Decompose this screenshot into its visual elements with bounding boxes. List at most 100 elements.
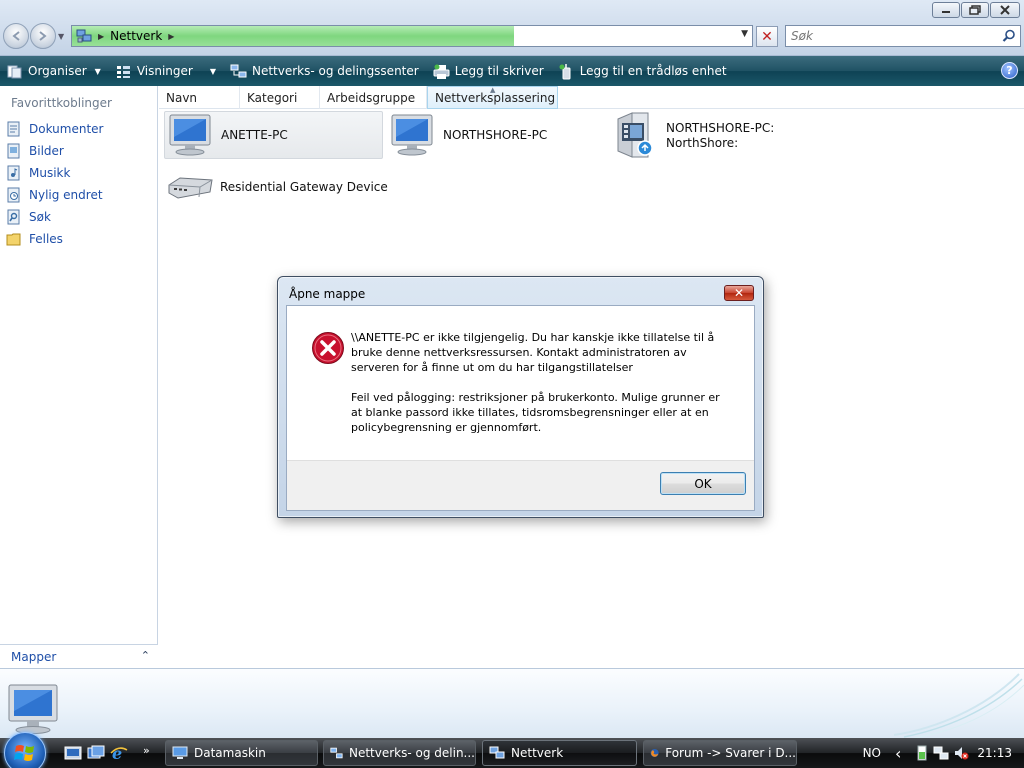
favorite-label: Nylig endret	[29, 188, 103, 202]
column-workgroup[interactable]: Arbeidsgruppe	[320, 86, 427, 109]
column-category[interactable]: Kategori	[240, 86, 320, 109]
add-printer-button[interactable]: Legg til skriver	[433, 59, 544, 83]
computer-icon	[169, 114, 211, 156]
search-box[interactable]	[785, 25, 1021, 47]
close-button[interactable]	[990, 2, 1020, 18]
firefox-icon	[650, 748, 659, 758]
network-item-anette-pc[interactable]: ANETTE-PC	[164, 111, 383, 159]
views-button[interactable]: Visninger ▼	[115, 59, 216, 83]
show-desktop-icon[interactable]	[64, 744, 82, 762]
network-item-label: ANETTE-PC	[221, 127, 288, 142]
organize-icon	[7, 65, 22, 78]
favorite-recent[interactable]: Nylig endret	[6, 184, 103, 206]
task-label: Forum -> Svarer i D...	[665, 746, 796, 760]
dialog-footer: OK	[287, 460, 754, 510]
network-computer-icon	[8, 684, 58, 734]
organize-label: Organiser	[28, 64, 87, 78]
open-folder-error-dialog: Åpne mappe ✕ \\ANETTE-PC er ikke tilgjen…	[277, 276, 764, 518]
search-folder-icon	[7, 209, 20, 225]
network-small-icon	[489, 746, 505, 759]
volume-muted-icon[interactable]	[953, 745, 969, 761]
maximize-button[interactable]	[961, 2, 989, 18]
dialog-message: \\ANETTE-PC er ikke tilgjengelig. Du har…	[351, 330, 731, 435]
favorite-documents[interactable]: Dokumenter	[6, 118, 103, 140]
internet-explorer-icon[interactable]: e	[110, 744, 128, 762]
ok-button[interactable]: OK	[660, 472, 746, 495]
add-printer-label: Legg til skriver	[454, 64, 544, 78]
add-wireless-label: Legg til en trådløs enhet	[579, 64, 727, 78]
column-name[interactable]: Navn	[159, 86, 240, 109]
network-icon	[76, 29, 92, 43]
taskbar-button-computer[interactable]: Datamaskin	[165, 740, 318, 766]
favorite-music[interactable]: Musikk	[6, 162, 103, 184]
organize-caret-icon: ▼	[94, 66, 101, 76]
quick-launch-more-icon[interactable]: »	[143, 744, 150, 757]
navigation-pane: Favorittkoblinger Dokumenter Bilder Musi…	[0, 86, 158, 668]
taskbar-button-firefox-forum[interactable]: Forum -> Svarer i D...	[643, 740, 797, 766]
breadcrumb-network[interactable]: Nettverk	[110, 29, 162, 43]
svg-text:e: e	[112, 744, 122, 762]
command-bar: Organiser ▼ Visninger ▼ Nettverks- og de…	[0, 56, 1024, 86]
start-button[interactable]	[4, 732, 46, 768]
title-bar: ▼ ▶ Nettverk ▶ ▼ ✕	[0, 0, 1024, 56]
back-button[interactable]	[3, 23, 29, 49]
network-item-label-group: NORTHSHORE-PC: NorthShore:	[666, 121, 774, 151]
tray-expand-icon[interactable]: ‹	[895, 744, 901, 763]
clock[interactable]: 21:13	[977, 746, 1012, 760]
minimize-button[interactable]	[932, 2, 960, 18]
battery-icon[interactable]	[915, 745, 929, 761]
maximize-icon	[969, 5, 981, 15]
network-center-small-icon	[330, 747, 343, 759]
taskbar-button-network[interactable]: Nettverk	[482, 740, 637, 766]
network-item-northshore-media[interactable]: NORTHSHORE-PC: NorthShore:	[610, 110, 810, 162]
network-item-sublabel: NorthShore:	[666, 136, 739, 150]
search-icon[interactable]	[1002, 29, 1016, 43]
dialog-message-secondary: Feil ved pålogging: restriksjoner på bru…	[351, 391, 720, 434]
language-indicator[interactable]: NO	[863, 746, 881, 760]
network-item-label: NORTHSHORE-PC:	[666, 121, 775, 135]
network-center-button[interactable]: Nettverks- og delingssenter	[230, 59, 419, 83]
favorite-label: Musikk	[29, 166, 71, 180]
back-arrow-icon	[12, 31, 20, 41]
favorite-label: Søk	[29, 210, 51, 224]
network-item-northshore-pc[interactable]: NORTHSHORE-PC	[387, 111, 606, 159]
system-tray: NO ‹ 21:13	[863, 738, 1024, 768]
dialog-body: \\ANETTE-PC er ikke tilgjengelig. Du har…	[286, 305, 755, 511]
pictures-icon	[7, 143, 20, 159]
recent-icon	[7, 187, 20, 203]
favorite-public[interactable]: Felles	[6, 228, 103, 250]
favorite-search[interactable]: Søk	[6, 206, 103, 228]
favorite-pictures[interactable]: Bilder	[6, 140, 103, 162]
network-tray-icon[interactable]	[933, 745, 949, 761]
favorites-header: Favorittkoblinger	[11, 96, 112, 110]
printer-icon	[433, 64, 450, 79]
favorites-list: Dokumenter Bilder Musikk Nylig endret Sø…	[6, 118, 103, 250]
dialog-title: Åpne mappe	[289, 287, 366, 301]
organize-button[interactable]: Organiser ▼	[6, 59, 101, 83]
forward-arrow-icon	[39, 31, 47, 41]
router-icon	[168, 177, 213, 199]
recent-pages-dropdown[interactable]: ▼	[58, 32, 64, 41]
dialog-close-button[interactable]: ✕	[724, 285, 754, 301]
media-device-icon	[617, 112, 653, 158]
error-icon	[312, 332, 344, 364]
address-bar[interactable]: ▶ Nettverk ▶ ▼	[71, 25, 753, 47]
switch-windows-icon[interactable]	[87, 744, 105, 762]
window-controls	[932, 2, 1020, 18]
network-center-icon	[230, 64, 247, 77]
forward-button[interactable]	[30, 23, 56, 49]
network-item-label: Residential Gateway Device	[220, 179, 388, 194]
network-item-gateway[interactable]: Residential Gateway Device	[164, 172, 404, 202]
address-dropdown-icon[interactable]: ▼	[741, 29, 748, 39]
search-input[interactable]	[791, 27, 991, 45]
computer-icon	[391, 114, 433, 156]
breadcrumb-chevron-icon[interactable]: ▶	[168, 32, 174, 41]
taskbar-button-network-center[interactable]: Nettverks- og delin...	[323, 740, 476, 766]
breadcrumb-chevron-icon[interactable]: ▶	[98, 32, 104, 41]
public-folder-icon	[6, 233, 21, 246]
stop-loading-button[interactable]: ✕	[756, 26, 778, 47]
folders-toggle[interactable]: Mapper ⌃	[0, 644, 158, 668]
help-button[interactable]: ?	[1001, 62, 1018, 79]
chevron-up-icon: ⌃	[140, 649, 150, 662]
add-wireless-button[interactable]: Legg til en trådløs enhet	[558, 59, 727, 83]
